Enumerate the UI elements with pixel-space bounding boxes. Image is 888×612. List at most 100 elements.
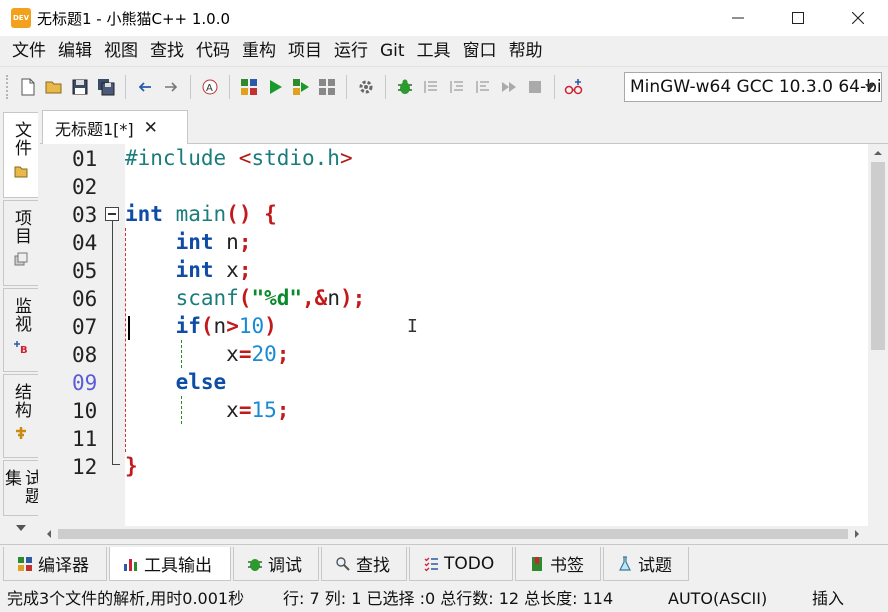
line-number: 09 <box>72 371 98 395</box>
chart-icon <box>122 555 140 573</box>
line-number: 03 <box>72 203 98 227</box>
close-icon <box>852 12 864 24</box>
bottom-tab-tool-output[interactable]: 工具输出 <box>109 547 231 581</box>
side-tab-project[interactable]: 项目 <box>3 200 38 286</box>
menu-file[interactable]: 文件 <box>6 36 52 66</box>
bottom-tab-label: TODO <box>444 553 495 574</box>
line-number: 07 <box>72 315 98 339</box>
compile-run-button[interactable] <box>289 75 313 99</box>
horizontal-scroll-thumb[interactable] <box>58 529 848 539</box>
open-file-button[interactable] <box>42 75 66 99</box>
code-token: stdio.h <box>251 146 340 170</box>
code-line-10: x=15; <box>226 398 290 422</box>
fold-range-end <box>112 464 120 465</box>
format-button[interactable]: A <box>198 75 222 99</box>
toolbar-separator <box>229 74 230 99</box>
close-tab-icon[interactable]: ✕ <box>144 118 158 138</box>
line-number: 05 <box>72 259 98 283</box>
menu-refactor[interactable]: 重构 <box>236 36 282 66</box>
menu-window[interactable]: 窗口 <box>457 36 503 66</box>
step-out-button[interactable] <box>471 75 495 99</box>
compile-button[interactable] <box>237 75 261 99</box>
step-into-button[interactable] <box>445 75 469 99</box>
options-button[interactable] <box>354 75 378 99</box>
menu-project[interactable]: 项目 <box>282 36 328 66</box>
line-number: 02 <box>72 175 98 199</box>
code-editor[interactable]: 01 02 03 04 05 06 07 08 09 10 11 12 #inc… <box>40 144 888 542</box>
stop-button[interactable] <box>523 75 547 99</box>
maximize-button[interactable] <box>768 0 828 36</box>
save-button[interactable] <box>68 75 92 99</box>
menu-run[interactable]: 运行 <box>328 36 374 66</box>
undo-button[interactable] <box>133 75 157 99</box>
run-button[interactable] <box>263 75 287 99</box>
rebuild-button[interactable] <box>315 75 339 99</box>
bottom-tab-todo[interactable]: TODO <box>409 547 513 581</box>
code-token: > <box>339 146 353 170</box>
close-window-button[interactable] <box>828 0 888 36</box>
horizontal-scrollbar[interactable] <box>40 526 868 542</box>
code-line-3: int main() { <box>125 202 277 226</box>
code-line-7: if(n>10) <box>175 314 277 338</box>
menu-help[interactable]: 帮助 <box>503 36 549 66</box>
bottom-tab-label: 书签 <box>550 556 584 576</box>
status-message: 完成3个文件的解析,用时0.001秒 <box>7 589 245 608</box>
bottom-panel-tabs: 编译器 工具输出 调试 查找 TODO 书签 试题 <box>0 544 888 584</box>
bottom-tab-debug[interactable]: 调试 <box>233 547 319 581</box>
compiler-select[interactable]: MinGW-w64 GCC 10.3.0 64-bit Release <box>624 72 882 102</box>
side-tab-files[interactable]: 文件 <box>3 112 38 198</box>
folder-open-icon <box>45 81 62 93</box>
line-number: 08 <box>72 343 98 367</box>
save-all-button[interactable] <box>94 75 118 99</box>
bottom-tab-bookmarks[interactable]: 书签 <box>515 547 601 581</box>
window-title: 无标题1 - 小熊猫C++ 1.0.0 <box>37 9 231 28</box>
search-icon <box>334 555 352 573</box>
menu-edit[interactable]: 编辑 <box>52 36 98 66</box>
minimize-button[interactable] <box>708 0 768 36</box>
side-tabs-scroll-down[interactable] <box>3 518 38 538</box>
menu-code[interactable]: 代码 <box>190 36 236 66</box>
code-line-4: int n; <box>175 230 252 254</box>
cursor-position-status: 行: 7 列: 1 已选择 :0 总行数: 12 总长度: 114 <box>283 589 614 608</box>
step-over-button[interactable] <box>419 75 443 99</box>
vertical-scrollbar[interactable] <box>868 144 888 526</box>
code-text-area[interactable]: #include <stdio.h> int main() { int n; i… <box>125 144 868 526</box>
line-number: 12 <box>72 455 98 479</box>
menu-tools[interactable]: 工具 <box>411 36 457 66</box>
menu-search[interactable]: 查找 <box>144 36 190 66</box>
menu-view[interactable]: 视图 <box>98 36 144 66</box>
editor-tab-untitled1[interactable]: 无标题1[*] ✕ <box>42 110 188 144</box>
code-line-5: int x; <box>175 258 252 282</box>
side-tab-watch[interactable]: 监视 B <box>3 288 38 372</box>
vertical-scroll-thumb[interactable] <box>871 162 885 350</box>
continue-button[interactable] <box>497 75 521 99</box>
svg-text:A: A <box>206 83 213 94</box>
scroll-right-icon <box>855 530 859 538</box>
toolbar-separator <box>125 74 126 99</box>
menu-git[interactable]: Git <box>374 36 411 66</box>
toolbar-grip[interactable] <box>6 74 9 99</box>
toolbar-separator <box>346 74 347 99</box>
debug-button[interactable] <box>393 75 417 99</box>
scrollbar-corner <box>868 526 888 542</box>
side-tab-label: 项目 <box>11 209 31 245</box>
new-file-icon <box>21 78 35 95</box>
fold-range-line <box>112 221 113 465</box>
side-tab-problem-set[interactable]: 试题集 <box>3 460 38 516</box>
encoding-status[interactable]: AUTO(ASCII) <box>668 586 767 612</box>
project-icon <box>13 251 29 267</box>
code-line-8: x=20; <box>226 342 290 366</box>
text-caret <box>128 316 130 340</box>
insert-mode-status: 插入 <box>812 589 845 608</box>
redo-button[interactable] <box>159 75 183 99</box>
new-file-button[interactable] <box>16 75 40 99</box>
bottom-tab-search[interactable]: 查找 <box>321 547 407 581</box>
bottom-tab-problem[interactable]: 试题 <box>603 547 689 581</box>
step-over-icon <box>424 80 437 93</box>
side-tab-label: 文件 <box>11 121 31 157</box>
side-tab-label: 监视 <box>11 297 31 333</box>
fold-toggle[interactable] <box>105 207 119 221</box>
bottom-tab-compiler[interactable]: 编译器 <box>3 547 107 581</box>
add-watch-button[interactable] <box>562 75 586 99</box>
side-tab-structure[interactable]: 结构 <box>3 374 38 458</box>
